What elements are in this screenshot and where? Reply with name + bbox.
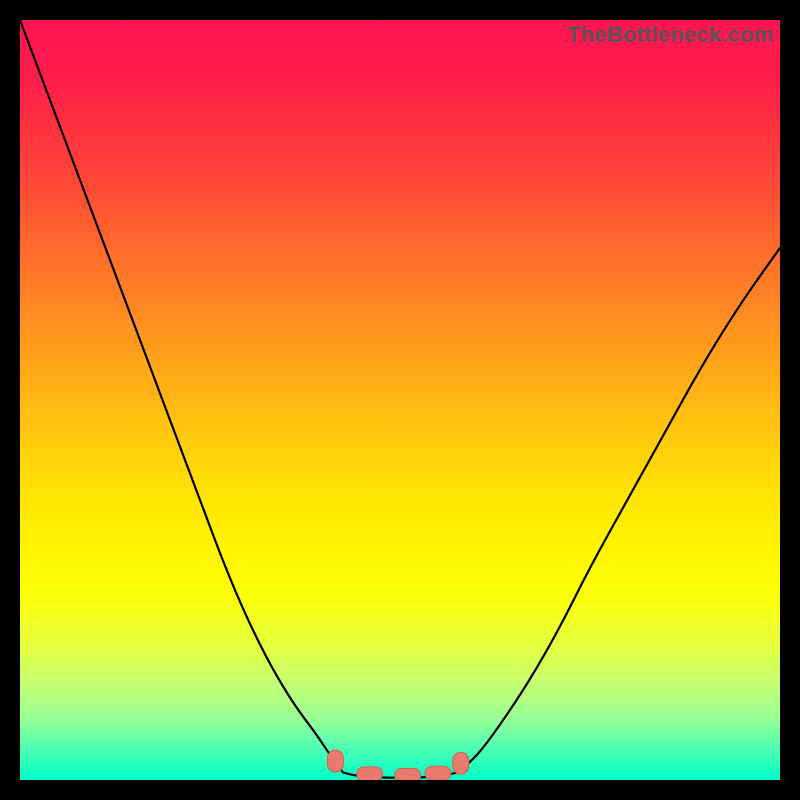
valley-markers (327, 750, 468, 780)
valley-marker (395, 768, 421, 780)
valley-marker (327, 750, 343, 772)
valley-marker (425, 766, 451, 780)
chart-overlay (20, 20, 780, 780)
chart-frame: TheBottleneck.com (20, 20, 780, 780)
valley-marker (357, 767, 383, 780)
valley-marker (453, 752, 469, 774)
bottleneck-curve (20, 20, 780, 778)
